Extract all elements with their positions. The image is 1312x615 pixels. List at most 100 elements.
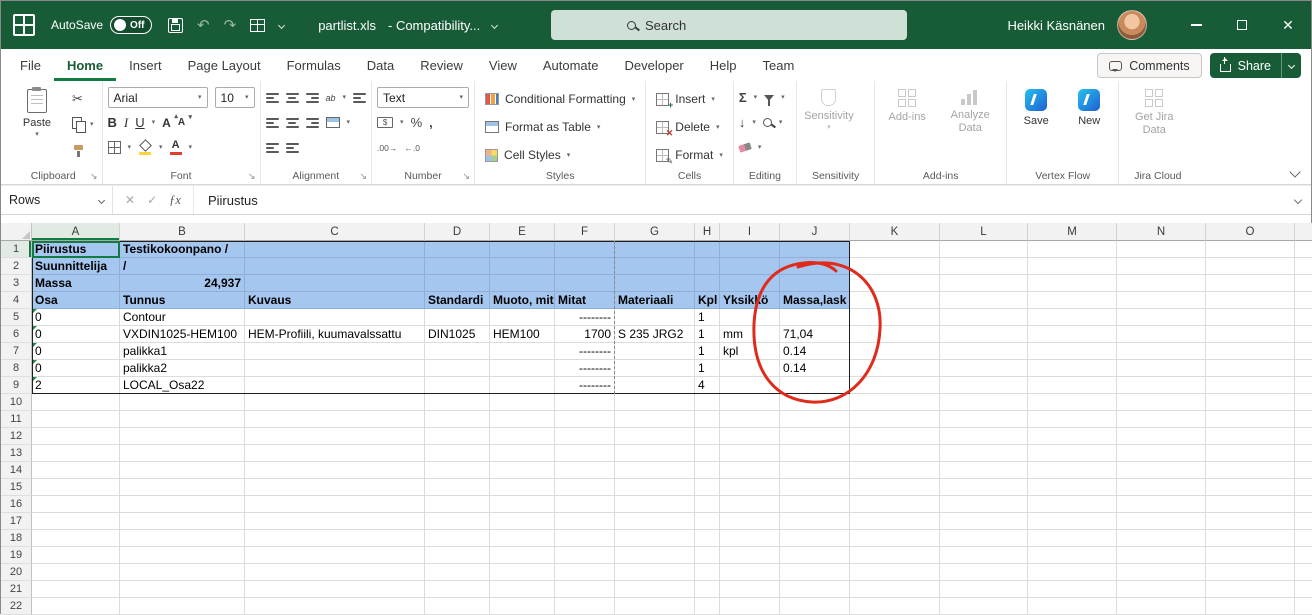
cell-H4[interactable]: Kpl bbox=[695, 292, 720, 309]
cell-H12[interactable] bbox=[695, 428, 720, 445]
insert-cells-button[interactable]: +Insert▾ bbox=[651, 87, 728, 111]
cell-O7[interactable] bbox=[1206, 343, 1295, 360]
cell-F15[interactable] bbox=[555, 479, 615, 496]
cell-B20[interactable] bbox=[120, 564, 245, 581]
cell-I8[interactable] bbox=[720, 360, 780, 377]
cell-E6[interactable]: HEM100 bbox=[490, 326, 555, 343]
cell-K18[interactable] bbox=[850, 530, 940, 547]
select-all-corner[interactable] bbox=[1, 223, 32, 241]
cell-D19[interactable] bbox=[425, 547, 490, 564]
cell-A15[interactable] bbox=[32, 479, 120, 496]
cell-C9[interactable] bbox=[245, 377, 425, 394]
cell-B12[interactable] bbox=[120, 428, 245, 445]
cell-N14[interactable] bbox=[1117, 462, 1206, 479]
cell-O4[interactable] bbox=[1206, 292, 1295, 309]
cell-D22[interactable] bbox=[425, 598, 490, 615]
share-button[interactable]: Share bbox=[1210, 53, 1301, 78]
cell-P7[interactable] bbox=[1295, 343, 1312, 360]
cell-K6[interactable] bbox=[850, 326, 940, 343]
cell-P8[interactable] bbox=[1295, 360, 1312, 377]
borders-button[interactable] bbox=[108, 141, 121, 154]
cell-J8[interactable]: 0.14 bbox=[780, 360, 850, 377]
cell-H17[interactable] bbox=[695, 513, 720, 530]
cell-P16[interactable] bbox=[1295, 496, 1312, 513]
underline-button[interactable]: U bbox=[135, 115, 144, 130]
cell-M11[interactable] bbox=[1028, 411, 1117, 428]
cell-L18[interactable] bbox=[940, 530, 1028, 547]
cell-B21[interactable] bbox=[120, 581, 245, 598]
align-middle-button[interactable] bbox=[286, 93, 299, 103]
cell-G5[interactable] bbox=[615, 309, 695, 326]
cell-C3[interactable] bbox=[245, 275, 425, 292]
cell-J13[interactable] bbox=[780, 445, 850, 462]
cell-P10[interactable] bbox=[1295, 394, 1312, 411]
cell-J19[interactable] bbox=[780, 547, 850, 564]
cell-N4[interactable] bbox=[1117, 292, 1206, 309]
bold-button[interactable]: B bbox=[108, 115, 117, 130]
cell-O2[interactable] bbox=[1206, 258, 1295, 275]
cell-P19[interactable] bbox=[1295, 547, 1312, 564]
cell-L6[interactable] bbox=[940, 326, 1028, 343]
cell-L2[interactable] bbox=[940, 258, 1028, 275]
cell-M22[interactable] bbox=[1028, 598, 1117, 615]
excel-app-icon[interactable] bbox=[13, 14, 35, 36]
row-header-12[interactable]: 12 bbox=[1, 428, 32, 445]
cell-P13[interactable] bbox=[1295, 445, 1312, 462]
cell-C7[interactable] bbox=[245, 343, 425, 360]
column-header-D[interactable]: D bbox=[425, 223, 490, 241]
cell-E8[interactable] bbox=[490, 360, 555, 377]
cell-D9[interactable] bbox=[425, 377, 490, 394]
cell-J3[interactable] bbox=[780, 275, 850, 292]
cell-E2[interactable] bbox=[490, 258, 555, 275]
cell-K5[interactable] bbox=[850, 309, 940, 326]
cell-N7[interactable] bbox=[1117, 343, 1206, 360]
format-painter-button[interactable] bbox=[69, 140, 97, 160]
cell-C14[interactable] bbox=[245, 462, 425, 479]
cell-O20[interactable] bbox=[1206, 564, 1295, 581]
cell-K10[interactable] bbox=[850, 394, 940, 411]
user-name[interactable]: Heikki Käsnänen bbox=[1007, 18, 1105, 33]
search-input[interactable] bbox=[645, 18, 845, 33]
cell-G7[interactable] bbox=[615, 343, 695, 360]
cell-J17[interactable] bbox=[780, 513, 850, 530]
get-jira-data-button[interactable]: Get Jira Data bbox=[1124, 84, 1184, 164]
merge-center-button[interactable] bbox=[326, 117, 340, 128]
cell-A6[interactable]: 0 bbox=[32, 326, 120, 343]
tab-help[interactable]: Help bbox=[697, 49, 750, 81]
cell-G19[interactable] bbox=[615, 547, 695, 564]
cell-O15[interactable] bbox=[1206, 479, 1295, 496]
cell-E20[interactable] bbox=[490, 564, 555, 581]
copy-button[interactable]: ▾ bbox=[69, 114, 97, 134]
cell-I12[interactable] bbox=[720, 428, 780, 445]
row-header-19[interactable]: 19 bbox=[1, 547, 32, 564]
cell-F11[interactable] bbox=[555, 411, 615, 428]
column-header-H[interactable]: H bbox=[695, 223, 720, 241]
chevron-down-icon[interactable]: ▾ bbox=[343, 94, 347, 101]
cell-M14[interactable] bbox=[1028, 462, 1117, 479]
cell-F3[interactable] bbox=[555, 275, 615, 292]
cell-C11[interactable] bbox=[245, 411, 425, 428]
cell-C12[interactable] bbox=[245, 428, 425, 445]
enter-icon[interactable]: ✓ bbox=[147, 193, 157, 207]
cell-F18[interactable] bbox=[555, 530, 615, 547]
cell-D18[interactable] bbox=[425, 530, 490, 547]
cell-P6[interactable] bbox=[1295, 326, 1312, 343]
cell-H6[interactable]: 1 bbox=[695, 326, 720, 343]
column-header-A[interactable]: A bbox=[32, 223, 120, 241]
cell-O1[interactable] bbox=[1206, 241, 1295, 258]
cell-D21[interactable] bbox=[425, 581, 490, 598]
cell-H5[interactable]: 1 bbox=[695, 309, 720, 326]
minimize-button[interactable] bbox=[1173, 1, 1219, 49]
comma-style-button[interactable]: , bbox=[429, 116, 433, 129]
column-header-B[interactable]: B bbox=[120, 223, 245, 241]
column-header-G[interactable]: G bbox=[615, 223, 695, 241]
cell-P14[interactable] bbox=[1295, 462, 1312, 479]
cell-A2[interactable]: Suunnittelija bbox=[32, 258, 120, 275]
cell-B1[interactable]: Testikokoonpano / bbox=[120, 241, 245, 258]
cell-M10[interactable] bbox=[1028, 394, 1117, 411]
cell-G3[interactable] bbox=[615, 275, 695, 292]
cell-L8[interactable] bbox=[940, 360, 1028, 377]
row-header-17[interactable]: 17 bbox=[1, 513, 32, 530]
close-button[interactable]: ✕ bbox=[1265, 1, 1311, 49]
cell-J5[interactable] bbox=[780, 309, 850, 326]
